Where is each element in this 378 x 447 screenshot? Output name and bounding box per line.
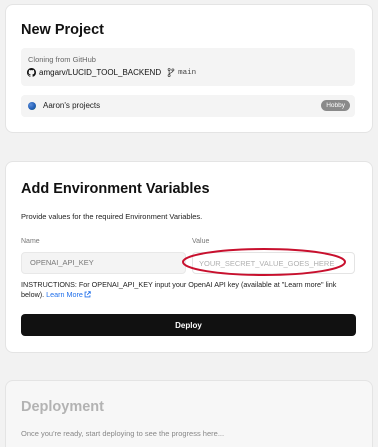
clone-source-box: Cloning from GitHub amgarv/LUCID_TOOL_BA… bbox=[21, 48, 355, 86]
deployment-title: Deployment bbox=[21, 399, 104, 415]
deployment-card: Deployment Once you're ready, start depl… bbox=[5, 380, 373, 447]
env-value-input[interactable] bbox=[192, 252, 355, 274]
repo-row: amgarv/LUCID_TOOL_BACKEND main bbox=[27, 68, 196, 77]
learn-more-link[interactable]: Learn More bbox=[46, 290, 91, 299]
team-row[interactable]: Aaron's projects Hobby bbox=[21, 95, 355, 117]
branch-name[interactable]: main bbox=[178, 69, 196, 77]
learn-more-label: Learn More bbox=[46, 290, 83, 299]
clone-label: Cloning from GitHub bbox=[28, 55, 96, 64]
repo-name[interactable]: amgarv/LUCID_TOOL_BACKEND bbox=[39, 68, 161, 77]
value-column-header: Value bbox=[192, 238, 210, 245]
new-project-card: New Project Cloning from GitHub amgarv/L… bbox=[5, 4, 373, 133]
github-icon bbox=[27, 68, 36, 77]
external-link-icon bbox=[84, 291, 91, 298]
team-avatar bbox=[28, 102, 36, 110]
env-variables-card: Add Environment Variables Provide values… bbox=[5, 161, 373, 353]
name-column-header: Name bbox=[21, 238, 40, 245]
project-title: New Project bbox=[21, 22, 104, 38]
env-description: Provide values for the required Environm… bbox=[21, 212, 203, 221]
env-title: Add Environment Variables bbox=[21, 181, 210, 197]
deployment-description: Once you're ready, start deploying to se… bbox=[21, 429, 225, 438]
plan-badge: Hobby bbox=[321, 100, 350, 111]
env-name-field: OPENAI_API_KEY bbox=[21, 252, 186, 274]
branch-icon bbox=[167, 68, 175, 77]
team-name: Aaron's projects bbox=[43, 101, 101, 110]
instructions-text: INSTRUCTIONS: For OPENAI_API_KEY input y… bbox=[21, 280, 351, 300]
deploy-button[interactable]: Deploy bbox=[21, 314, 356, 336]
